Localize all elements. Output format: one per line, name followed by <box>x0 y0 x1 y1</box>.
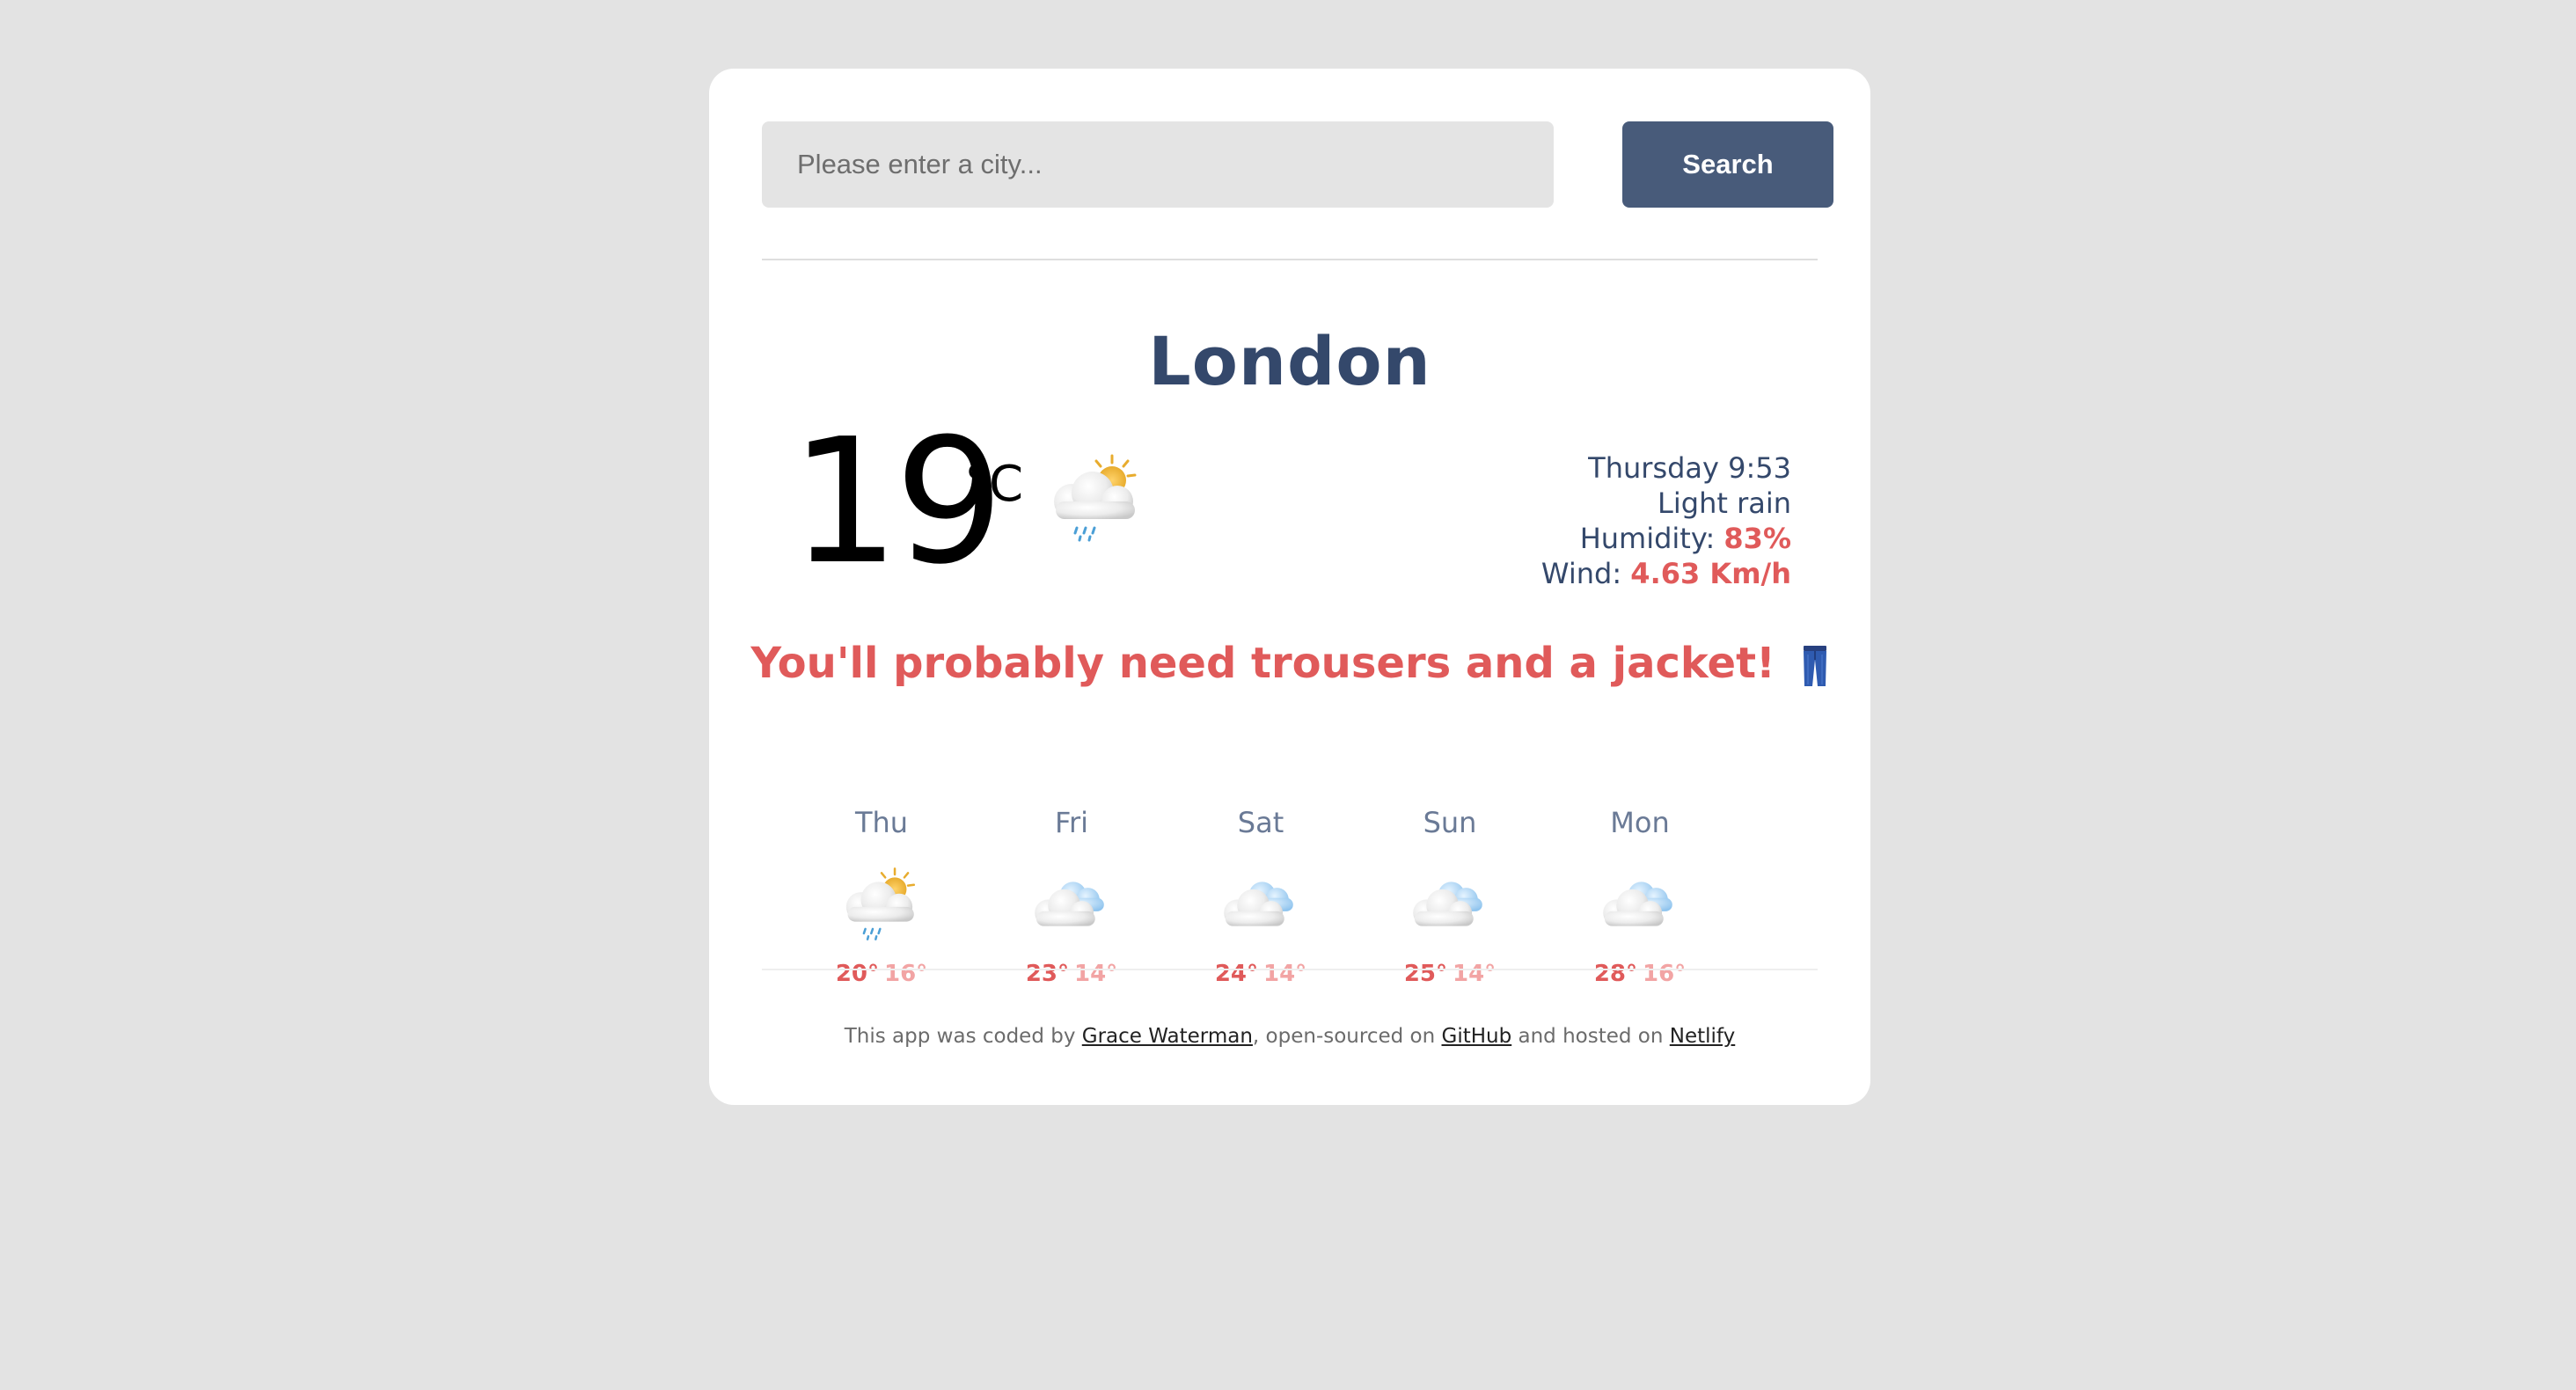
cloudy-icon <box>1594 866 1686 947</box>
forecast-max: 23° <box>1025 961 1069 987</box>
divider <box>762 259 1818 260</box>
forecast-max: 28° <box>1593 961 1637 987</box>
forecast-min: 14° <box>1263 961 1307 987</box>
wind-value: 4.63 Km/h <box>1630 557 1791 590</box>
forecast-day: Sun 25° 14° <box>1388 806 1511 987</box>
advice-text: You'll probably need trousers and a jack… <box>750 639 1775 688</box>
forecast: Thu 20° 16° Fri 23° 14° Sat 24° 14° Sun 25°… <box>820 806 1770 1017</box>
author-link[interactable]: Grace Waterman <box>1082 1025 1253 1048</box>
forecast-temps: 25° 14° <box>1388 961 1511 987</box>
forecast-min: 16° <box>884 961 928 987</box>
forecast-day: Thu 20° 16° <box>820 806 943 987</box>
humidity-label: Humidity: <box>1579 522 1716 555</box>
forecast-max: 20° <box>835 961 879 987</box>
jeans-icon <box>1803 646 1826 686</box>
weather-card: Search London 19 °C Thursday 9:53 Light … <box>709 69 1870 1105</box>
day-time: Thursday 9:53 <box>1588 451 1791 485</box>
clothing-advice: You'll probably need trousers and a jack… <box>709 639 1870 688</box>
github-link[interactable]: GitHub <box>1442 1025 1512 1048</box>
forecast-temps: 28° 16° <box>1578 961 1701 987</box>
forecast-day-name: Sat <box>1237 806 1284 839</box>
forecast-day: Sat 24° 14° <box>1199 806 1322 987</box>
forecast-day-name: Thu <box>854 806 909 839</box>
humidity: Humidity: 83% <box>1541 521 1791 556</box>
forecast-min: 16° <box>1643 961 1687 987</box>
forecast-temps: 24° 14° <box>1199 961 1322 987</box>
city-name: London <box>1148 322 1431 400</box>
city-search-input[interactable] <box>762 121 1554 208</box>
forecast-day-name: Mon <box>1610 806 1670 839</box>
wind-label: Wind: <box>1540 557 1622 590</box>
search-button[interactable]: Search <box>1622 121 1833 208</box>
footer-text: and hosted on <box>1511 1025 1670 1048</box>
forecast-max: 24° <box>1214 961 1258 987</box>
current-details: Thursday 9:53 Light rain Humidity: 83% W… <box>1541 450 1791 591</box>
forecast-day-name: Sun <box>1423 806 1477 839</box>
search-form: Search <box>762 121 1833 208</box>
forecast-max: 25° <box>1403 961 1447 987</box>
footer: This app was coded by Grace Waterman, op… <box>709 1025 1870 1048</box>
forecast-day-name: Fri <box>1054 806 1089 839</box>
rain-sun-cloud-icon <box>836 866 927 947</box>
forecast-min: 14° <box>1453 961 1497 987</box>
cloudy-icon <box>1215 866 1306 947</box>
cloudy-icon <box>1026 866 1117 947</box>
footer-text: This app was coded by <box>844 1025 1082 1048</box>
rain-sun-cloud-icon <box>1042 452 1151 549</box>
forecast-temps: 23° 14° <box>1010 961 1133 987</box>
forecast-min: 14° <box>1074 961 1118 987</box>
netlify-link[interactable]: Netlify <box>1670 1025 1735 1048</box>
footer-text: , open-sourced on <box>1252 1025 1442 1048</box>
divider <box>762 969 1818 970</box>
humidity-value: 83% <box>1723 522 1791 555</box>
cloudy-icon <box>1404 866 1496 947</box>
wind: Wind: 4.63 Km/h <box>1541 556 1791 591</box>
forecast-day: Mon 28° 16° <box>1578 806 1701 987</box>
weather-description: Light rain <box>1658 486 1791 520</box>
forecast-temps: 20° 16° <box>820 961 943 987</box>
forecast-day: Fri 23° 14° <box>1010 806 1133 987</box>
temperature-unit: °C <box>964 456 1024 513</box>
